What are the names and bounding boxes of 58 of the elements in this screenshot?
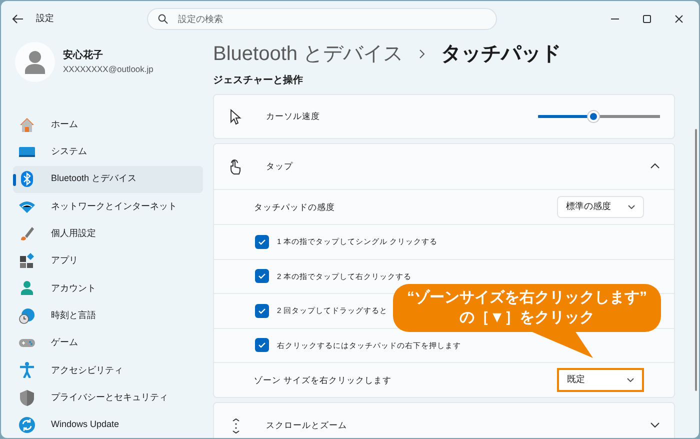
- checkmark-icon: [258, 238, 266, 245]
- sidebar-item[interactable]: Windows Update: [13, 411, 203, 438]
- search-field[interactable]: 設定の検索: [147, 8, 497, 30]
- sidebar-item[interactable]: ホーム: [13, 111, 203, 138]
- checkmark-icon: [258, 342, 266, 348]
- refresh-icon: [19, 416, 35, 433]
- shield-icon: [19, 390, 35, 406]
- chevron-up-icon: [650, 163, 660, 170]
- sidebar-item[interactable]: 個人用設定: [13, 220, 203, 248]
- dropdown[interactable]: 既定: [557, 368, 644, 392]
- checkmark-icon: [258, 273, 266, 280]
- chevron-down-icon: [628, 205, 635, 209]
- sidebar-item[interactable]: Bluetooth とデバイス: [13, 166, 203, 193]
- breadcrumb-link[interactable]: Bluetooth とデバイス: [213, 39, 404, 69]
- sidebar-item[interactable]: アクセシビリティ: [13, 356, 203, 384]
- setting-label: カーソル速度: [266, 110, 320, 123]
- checkbox[interactable]: [255, 234, 269, 249]
- section-title: ジェスチャーと操作: [213, 74, 304, 88]
- sidebar-item[interactable]: アカウント: [13, 274, 203, 302]
- page-title: タッチパッド: [441, 42, 562, 67]
- close-icon: [674, 14, 684, 24]
- sidebar-item[interactable]: 時刻と言語: [13, 302, 203, 330]
- home-icon: [19, 116, 35, 133]
- profile-email: XXXXXXXX@outlook.jp: [63, 63, 154, 76]
- chevron-icon: [419, 49, 426, 59]
- maximize-icon: [642, 14, 652, 24]
- slider-thumb[interactable]: [586, 110, 600, 123]
- accessibility-icon: [19, 362, 35, 378]
- sidebar-item[interactable]: システム: [13, 138, 203, 166]
- bluetooth-icon: [19, 171, 35, 188]
- setting-label: タップ: [266, 160, 293, 173]
- checkbox[interactable]: [255, 338, 269, 352]
- sidebar-item[interactable]: アプリ: [13, 247, 203, 275]
- account-icon: [19, 280, 35, 296]
- apps-icon: [19, 253, 35, 270]
- checkmark-icon: [258, 308, 266, 314]
- globe-clock-icon: [19, 308, 35, 324]
- back-arrow-icon: [12, 14, 24, 24]
- checkbox[interactable]: [255, 304, 269, 318]
- setting-label: ゾーン サイズを右クリックします: [254, 374, 392, 386]
- person-icon: [24, 50, 46, 74]
- window-title: 設定: [36, 12, 54, 26]
- selection-indicator: [13, 174, 16, 186]
- search-icon: [158, 14, 168, 24]
- chevron-down-icon: [627, 378, 634, 382]
- profile-name: 安心花子: [63, 48, 104, 64]
- cursor-icon: [228, 108, 244, 124]
- brush-icon: [19, 226, 35, 242]
- scrollbar[interactable]: [695, 129, 697, 391]
- dropdown[interactable]: 標準の感度: [557, 196, 644, 218]
- wifi-icon: [19, 198, 35, 215]
- chevron-down-icon: [650, 422, 660, 428]
- sidebar-item[interactable]: ゲーム: [13, 329, 203, 357]
- setting-label: タッチパッドの感度: [254, 200, 335, 214]
- setting-label: スクロールとズーム: [266, 419, 347, 432]
- sidebar-item[interactable]: ネットワークとインターネット: [13, 192, 203, 220]
- checkbox[interactable]: [255, 269, 269, 284]
- sidebar-item[interactable]: プライバシーとセキュリティ: [13, 384, 203, 412]
